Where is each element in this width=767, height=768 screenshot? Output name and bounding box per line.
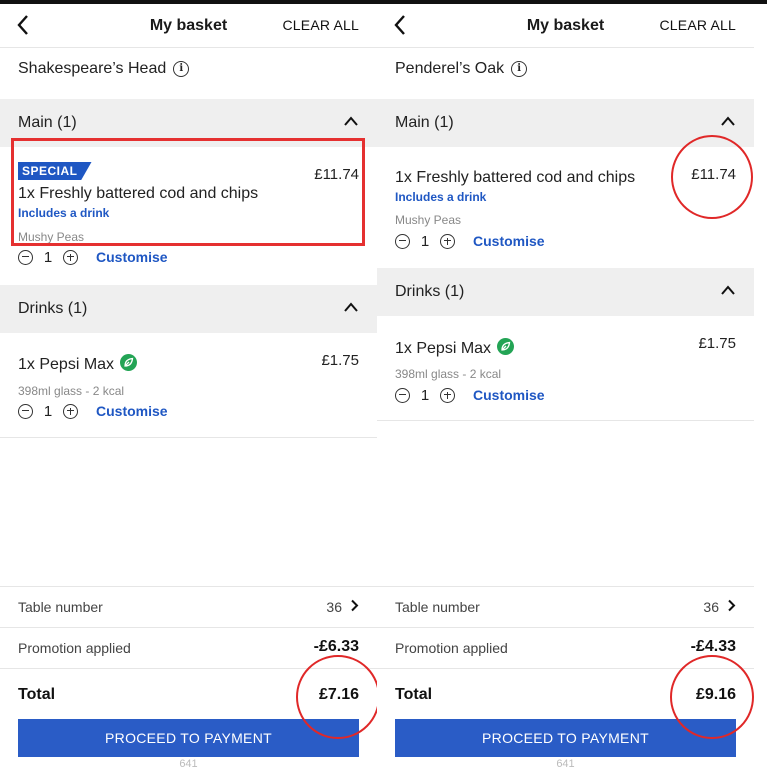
chevron-up-icon[interactable] [343, 115, 359, 127]
quantity-stepper: 1 Customise [395, 386, 545, 404]
basket-panel-right: My basket CLEAR ALL Penderel’s Oak i Mai… [377, 4, 754, 768]
promotion-value: -£6.33 [313, 638, 359, 655]
quantity-stepper: 1 Customise [395, 232, 545, 250]
table-number: 36 [703, 599, 719, 615]
section-label: Main (1) [395, 114, 454, 131]
venue-name: Penderel’s Oak [395, 60, 505, 77]
quantity-value: 1 [420, 232, 430, 250]
customise-link[interactable]: Customise [96, 403, 168, 419]
quantity-stepper: 1 Customise [18, 402, 168, 420]
increase-quantity-icon[interactable] [440, 387, 455, 403]
chevron-right-icon[interactable] [350, 599, 359, 612]
promotion-value: -£4.33 [690, 638, 736, 655]
chevron-right-icon[interactable] [727, 599, 736, 612]
drinks-section-header[interactable]: Drinks (1) [377, 268, 754, 316]
table-number-value: 36 [703, 599, 736, 615]
promotion-label: Promotion applied [395, 640, 508, 656]
right-margin [754, 4, 767, 768]
leaf-icon [497, 338, 515, 355]
quantity-value: 1 [43, 402, 53, 420]
clear-all-button[interactable]: CLEAR ALL [659, 17, 736, 33]
divider [0, 437, 377, 438]
total-label: Total [395, 686, 433, 703]
promotion-label: Promotion applied [18, 640, 131, 656]
quantity-value: 1 [43, 248, 53, 266]
customise-link[interactable]: Customise [473, 387, 545, 403]
table-number-label: Table number [18, 599, 103, 615]
highlight-circle [671, 135, 753, 219]
venue-row[interactable]: Shakespeare’s Head i [18, 60, 190, 78]
customise-link[interactable]: Customise [473, 233, 545, 249]
decrease-quantity-icon[interactable] [395, 387, 410, 403]
promo-note: Includes a drink [395, 190, 487, 204]
table-number-value: 36 [326, 599, 359, 615]
item-detail: 398ml glass - 2 kcal [18, 384, 125, 398]
clear-all-button[interactable]: CLEAR ALL [282, 17, 359, 33]
customise-link[interactable]: Customise [96, 249, 168, 265]
increase-quantity-icon[interactable] [63, 249, 78, 265]
chevron-up-icon[interactable] [720, 284, 736, 296]
footer-partial-text: 641 [179, 758, 198, 768]
total-label: Total [18, 686, 56, 703]
chevron-up-icon[interactable] [720, 115, 736, 127]
divider [377, 420, 754, 421]
table-number-row[interactable]: Table number 36 [0, 586, 377, 627]
venue-row[interactable]: Penderel’s Oak i [395, 60, 528, 78]
chevron-up-icon[interactable] [343, 301, 359, 313]
quantity-stepper: 1 Customise [18, 248, 168, 266]
item-price: £1.75 [698, 335, 736, 352]
header: My basket CLEAR ALL [0, 4, 377, 48]
section-label: Main (1) [18, 114, 77, 131]
leaf-icon [120, 354, 138, 371]
drinks-section-header[interactable]: Drinks (1) [0, 285, 377, 333]
highlight-circle [670, 655, 754, 739]
table-number: 36 [326, 599, 342, 615]
table-number-label: Table number [395, 599, 480, 615]
info-icon[interactable]: i [511, 61, 528, 77]
info-icon[interactable]: i [173, 61, 190, 77]
drink-name-row: 1x Pepsi Max [18, 354, 138, 374]
increase-quantity-icon[interactable] [63, 403, 78, 419]
decrease-quantity-icon[interactable] [18, 403, 33, 419]
item-name: 1x Pepsi Max [18, 356, 115, 373]
footer-partial-text: 641 [556, 758, 575, 768]
decrease-quantity-icon[interactable] [395, 233, 410, 249]
item-side: Mushy Peas [395, 213, 462, 227]
table-number-row[interactable]: Table number 36 [377, 586, 754, 627]
increase-quantity-icon[interactable] [440, 233, 455, 249]
header: My basket CLEAR ALL [377, 4, 754, 48]
basket-panel-left: My basket CLEAR ALL Shakespeare’s Head i… [0, 4, 377, 768]
section-label: Drinks (1) [395, 283, 465, 300]
item-name: 1x Pepsi Max [395, 340, 492, 357]
item-name: 1x Freshly battered cod and chips [395, 169, 636, 186]
highlight-box [11, 138, 365, 246]
decrease-quantity-icon[interactable] [18, 249, 33, 265]
item-price: £1.75 [321, 352, 359, 369]
item-detail: 398ml glass - 2 kcal [395, 367, 502, 381]
quantity-value: 1 [420, 386, 430, 404]
section-label: Drinks (1) [18, 300, 88, 317]
highlight-circle [296, 655, 377, 739]
venue-name: Shakespeare’s Head [18, 60, 167, 77]
drink-name-row: 1x Pepsi Max [395, 338, 515, 358]
